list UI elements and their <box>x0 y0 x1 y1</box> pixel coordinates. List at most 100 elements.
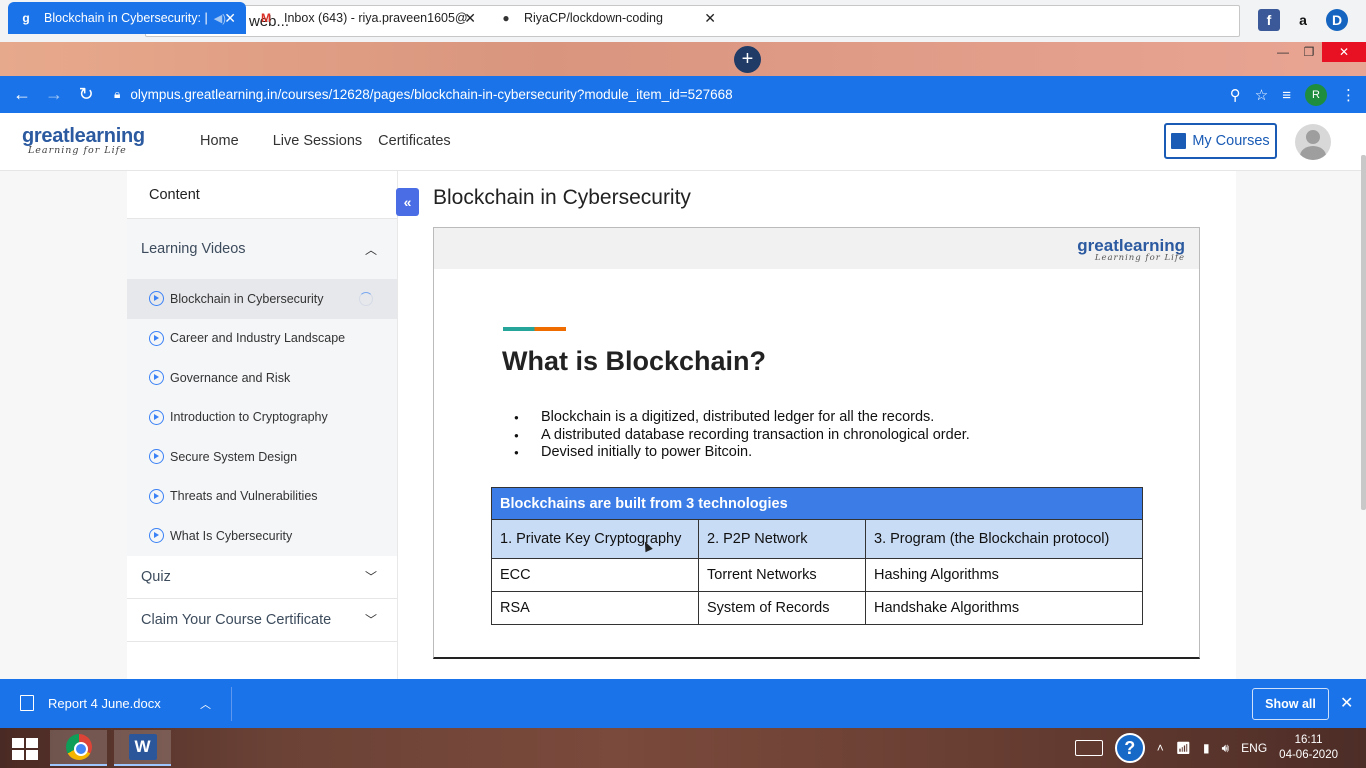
sidebar-item-label: Blockchain in Cybersecurity <box>170 291 324 306</box>
extension-d-icon[interactable]: D <box>1326 9 1348 31</box>
bullet-item: Blockchain is a digitized, distributed l… <box>514 409 970 427</box>
play-circle-icon <box>149 488 164 504</box>
slide-accent-line <box>503 327 566 331</box>
bookmark-star-icon[interactable]: ☆ <box>1255 86 1268 104</box>
system-tray: ? ˄ 📶︎ ▮ 🔊︎ ENG 16:11 04-06-2020 <box>1074 728 1356 768</box>
tab-github[interactable]: ● RiyaCP/lockdown-coding ✕ <box>488 2 726 34</box>
facebook-icon[interactable]: f <box>1258 9 1280 31</box>
tab-title: Blockchain in Cybersecurity: | <box>44 11 208 25</box>
user-avatar[interactable] <box>1295 124 1331 160</box>
table-row: RSA System of Records Handshake Algorith… <box>491 591 1143 625</box>
volume-icon[interactable]: 🔊︎ <box>1222 741 1230 756</box>
chevron-down-icon[interactable]: ﹀ <box>365 568 377 585</box>
slide-logo: greatlearning Learning for Life <box>1077 236 1185 263</box>
table-cell: 3. Program (the Blockchain protocol) <box>865 519 1143 559</box>
address-bar: ← → ↻ 🔒︎ olympus.greatlearning.in/course… <box>0 76 1366 113</box>
section-learning-videos[interactable]: Learning Videos ︿ <box>127 219 397 279</box>
close-icon[interactable]: ✕ <box>1340 693 1353 713</box>
tab-blockchain[interactable]: g Blockchain in Cybersecurity: | ◀) ✕ <box>8 2 246 34</box>
lock-icon[interactable]: 🔒︎ <box>114 87 120 102</box>
play-circle-icon <box>149 330 164 346</box>
sidebar-item-label: What Is Cybersecurity <box>170 528 293 543</box>
close-tab-icon[interactable]: ✕ <box>464 10 476 27</box>
sidebar-item-what-is-cybersecurity[interactable]: What Is Cybersecurity <box>127 516 397 556</box>
language-indicator[interactable]: ENG <box>1241 741 1267 755</box>
chevron-up-icon[interactable]: ︿ <box>365 241 377 258</box>
minimize-icon[interactable]: — <box>1270 42 1296 62</box>
page-scrollbar[interactable] <box>1361 155 1366 510</box>
tray-expand-icon[interactable]: ˄ <box>1157 741 1164 755</box>
chrome-icon <box>65 734 92 760</box>
nav-live-sessions[interactable]: Live Sessions <box>273 133 362 149</box>
windows-start-icon[interactable] <box>12 738 38 760</box>
section-quiz[interactable]: Quiz ﹀ <box>127 555 397 599</box>
clock-date: 04-06-2020 <box>1279 749 1338 761</box>
my-courses-button[interactable]: My Courses <box>1164 123 1277 159</box>
close-window-icon[interactable]: ✕ <box>1322 42 1366 62</box>
reload-icon[interactable]: ↻ <box>70 84 102 105</box>
battery-icon[interactable]: ▮ <box>1203 741 1210 755</box>
sidebar-item-blockchain[interactable]: Blockchain in Cybersecurity <box>127 279 397 319</box>
video-list: Blockchain in Cybersecurity Career and I… <box>127 279 397 556</box>
keyboard-icon[interactable] <box>1074 740 1103 756</box>
tab-title: Inbox (643) - riya.praveen1605@ <box>284 11 468 25</box>
technologies-table: Blockchains are built from 3 technologie… <box>491 487 1143 625</box>
windows-taskbar: W ? ˄ 📶︎ ▮ 🔊︎ ENG 16:11 04-06-2020 <box>0 728 1366 768</box>
sidebar-item-threats[interactable]: Threats and Vulnerabilities <box>127 477 397 517</box>
loading-spinner-icon <box>359 291 373 306</box>
nav-home[interactable]: Home <box>200 133 239 149</box>
table-cell: Torrent Networks <box>698 558 866 592</box>
word-icon: W <box>128 734 157 760</box>
document-icon <box>20 695 34 711</box>
section-certificate[interactable]: Claim Your Course Certificate ﹀ <box>127 598 397 642</box>
amazon-icon[interactable]: a <box>1292 9 1314 31</box>
download-bar: Report 4 June.docx ︿ Show all ✕ <box>0 679 1366 728</box>
back-icon[interactable]: ← <box>6 84 38 105</box>
chevron-up-icon[interactable]: ︿ <box>200 696 211 712</box>
divider <box>231 687 232 721</box>
clock-time: 16:11 <box>1294 734 1323 746</box>
taskbar-word[interactable]: W <box>114 730 171 766</box>
restore-icon[interactable]: ❐ <box>1296 42 1322 62</box>
url-field[interactable]: olympus.greatlearning.in/courses/12628/p… <box>130 87 732 102</box>
close-tab-icon[interactable]: ✕ <box>704 10 716 27</box>
download-item[interactable]: Report 4 June.docx <box>20 695 161 711</box>
table-cell: 1. Private Key Cryptography <box>491 519 699 559</box>
network-icon[interactable]: 📶︎ <box>1176 741 1191 755</box>
sidebar-item-label: Threats and Vulnerabilities <box>170 489 318 504</box>
play-circle-icon <box>149 370 164 386</box>
sidebar-header: Content <box>127 171 397 219</box>
my-courses-label: My Courses <box>1192 133 1270 149</box>
menu-kebab-icon[interactable]: ⋮ <box>1341 86 1356 104</box>
show-all-button[interactable]: Show all <box>1252 688 1329 720</box>
table-subheader-row: 1. Private Key Cryptography 2. P2P Netwo… <box>491 519 1143 559</box>
sidebar-item-cryptography[interactable]: Introduction to Cryptography <box>127 398 397 438</box>
sidebar-item-secure-design[interactable]: Secure System Design <box>127 437 397 477</box>
course-sidebar: Content Learning Videos ︿ Blockchain in … <box>127 171 398 679</box>
taskbar-chrome[interactable] <box>50 730 107 766</box>
tab-strip <box>0 42 1366 76</box>
book-icon <box>1171 133 1187 149</box>
tab-inbox[interactable]: M Inbox (643) - riya.praveen1605@ ✕ <box>248 2 486 34</box>
window-controls: — ❐ ✕ <box>1270 42 1366 62</box>
lecture-slide[interactable]: greatlearning Learning for Life What is … <box>433 227 1200 659</box>
nav-certificates[interactable]: Certificates <box>378 133 451 149</box>
zoom-icon[interactable]: ⚲ <box>1230 86 1241 104</box>
chevron-down-icon[interactable]: ﹀ <box>365 611 377 628</box>
help-icon[interactable]: ? <box>1114 733 1145 763</box>
table-cell: ECC <box>491 558 699 592</box>
sidebar-item-career[interactable]: Career and Industry Landscape <box>127 319 397 359</box>
play-circle-icon <box>149 291 164 307</box>
collapse-sidebar-button[interactable]: « <box>396 188 419 216</box>
forward-icon[interactable]: → <box>38 84 70 105</box>
profile-avatar[interactable]: R <box>1305 84 1327 106</box>
close-tab-icon[interactable]: ✕ <box>224 10 236 27</box>
site-logo[interactable]: greatlearning Learning for Life <box>22 125 145 156</box>
media-queue-icon[interactable]: ≡ <box>1282 87 1291 104</box>
sidebar-item-governance[interactable]: Governance and Risk <box>127 358 397 398</box>
new-tab-button[interactable]: + <box>734 46 761 73</box>
table-cell: RSA <box>491 591 699 625</box>
clock[interactable]: 16:11 04-06-2020 <box>1279 733 1338 763</box>
play-circle-icon <box>149 449 164 465</box>
github-icon: ● <box>502 11 510 25</box>
